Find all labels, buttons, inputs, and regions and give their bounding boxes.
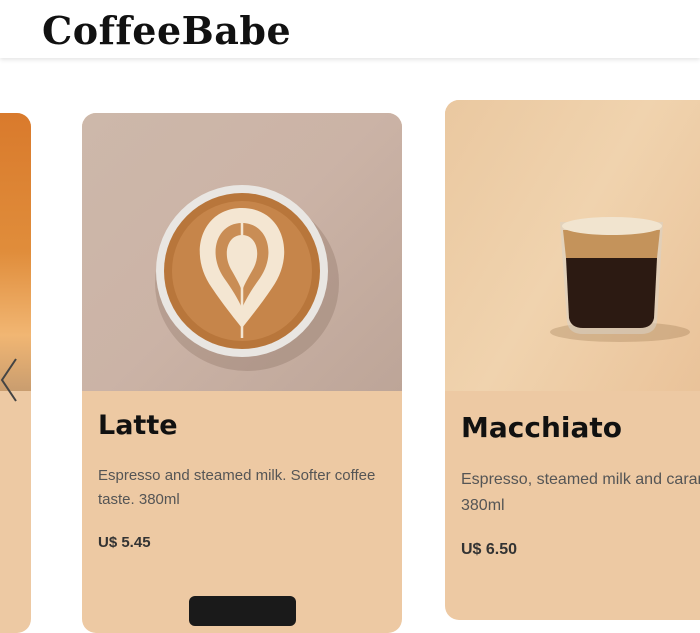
product-description: Espresso, steamed milk and caramel. 380m… [461, 471, 700, 514]
product-title: Latte [98, 410, 178, 441]
macchiato-image [445, 100, 700, 391]
chevron-left-icon[interactable] [0, 356, 22, 404]
product-description: Espresso and steamed milk. Softer coffee… [98, 467, 376, 508]
order-button[interactable] [189, 596, 296, 626]
product-price: U$ 6.50 [461, 541, 518, 558]
product-price: U$ 5.45 [98, 534, 151, 551]
product-title: Macchiato [461, 411, 622, 444]
header: CoffeeBabe [0, 0, 700, 58]
product-card-latte[interactable]: Latte Espresso and steamed milk. Softer … [82, 113, 402, 633]
brand-logo[interactable]: CoffeeBabe [42, 8, 291, 53]
product-image [0, 113, 31, 391]
product-card-macchiato[interactable]: Macchiato Espresso, steamed milk and car… [445, 100, 700, 620]
latte-image [82, 113, 402, 391]
